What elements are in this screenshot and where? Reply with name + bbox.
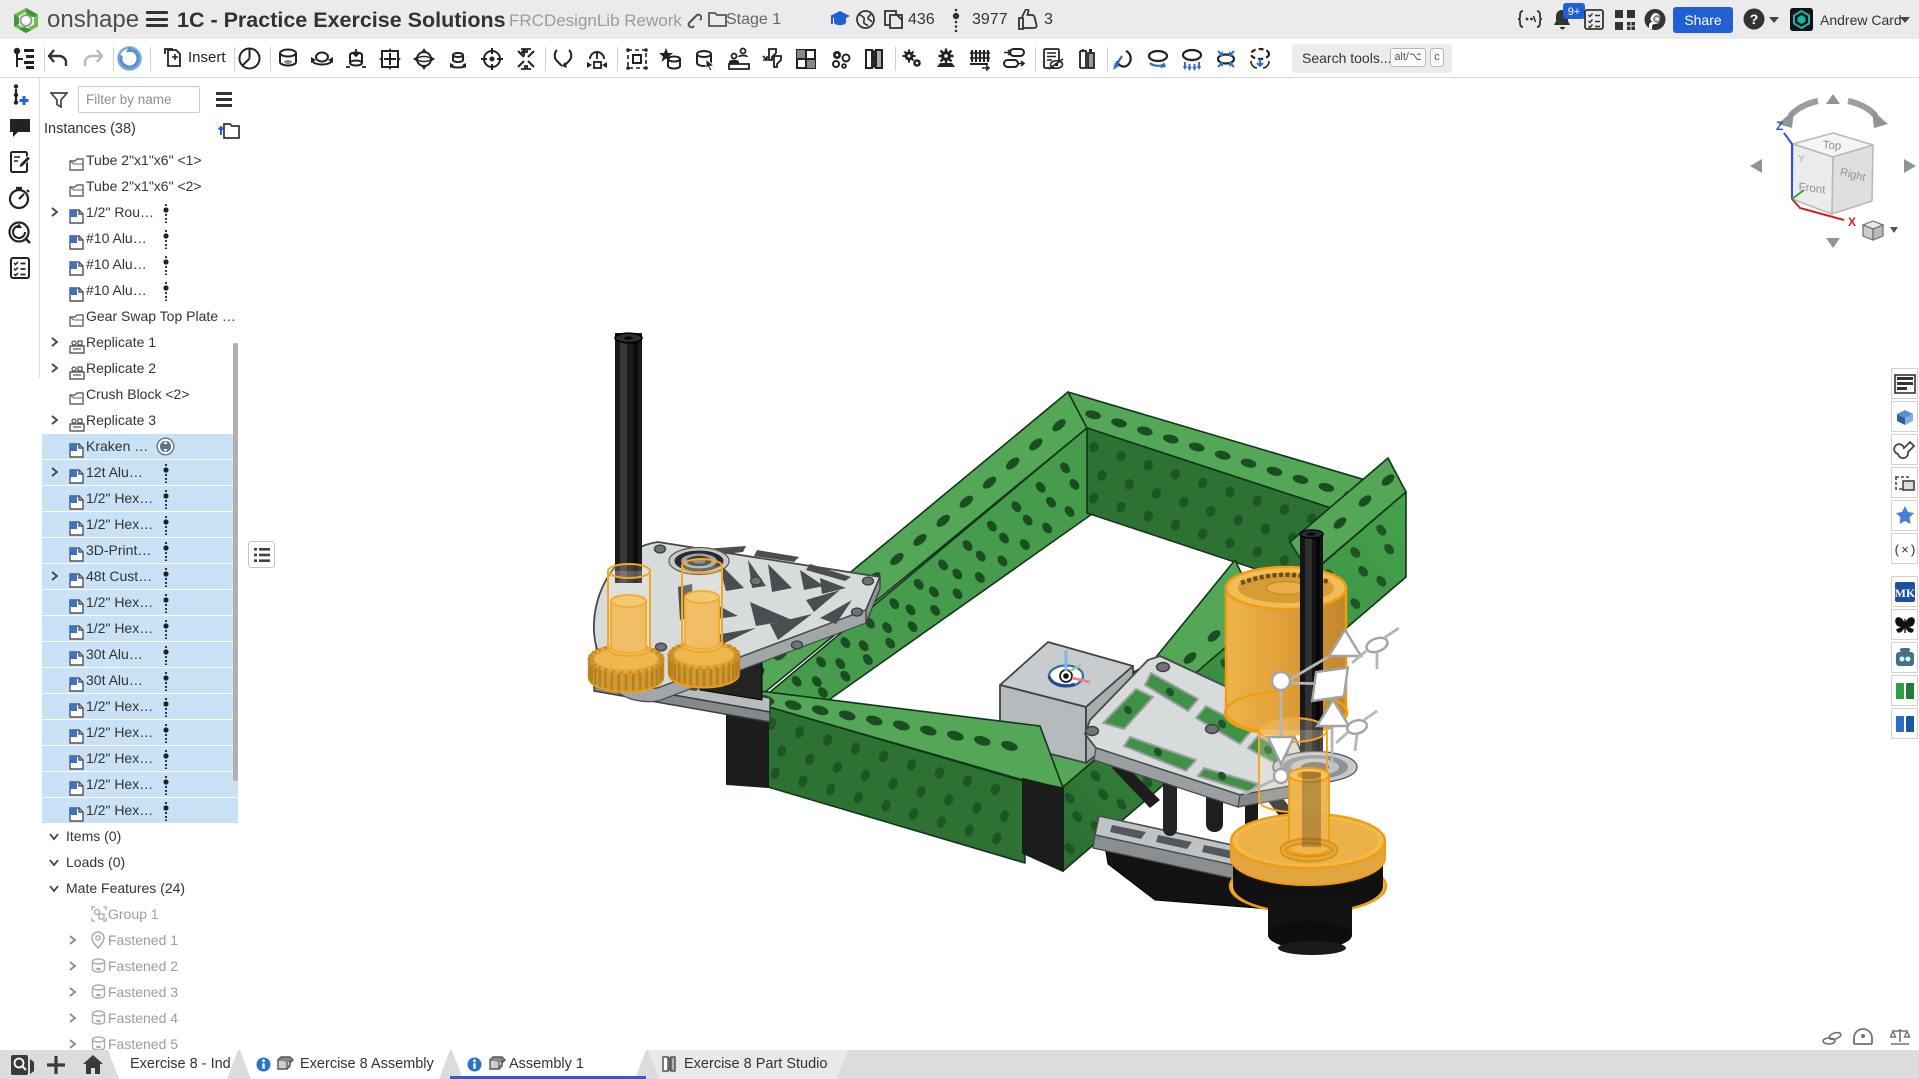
svg-text:MK: MK [1895,586,1916,600]
svg-text:Top: Top [1822,139,1841,152]
svg-text:(×): (×) [1893,543,1916,558]
svg-text:Z: Z [1776,119,1783,133]
svg-text:9+: 9+ [1568,6,1581,18]
svg-text:X: X [1848,215,1856,229]
svg-text:Y: Y [1798,154,1805,165]
svg-text:?: ? [1750,11,1759,27]
